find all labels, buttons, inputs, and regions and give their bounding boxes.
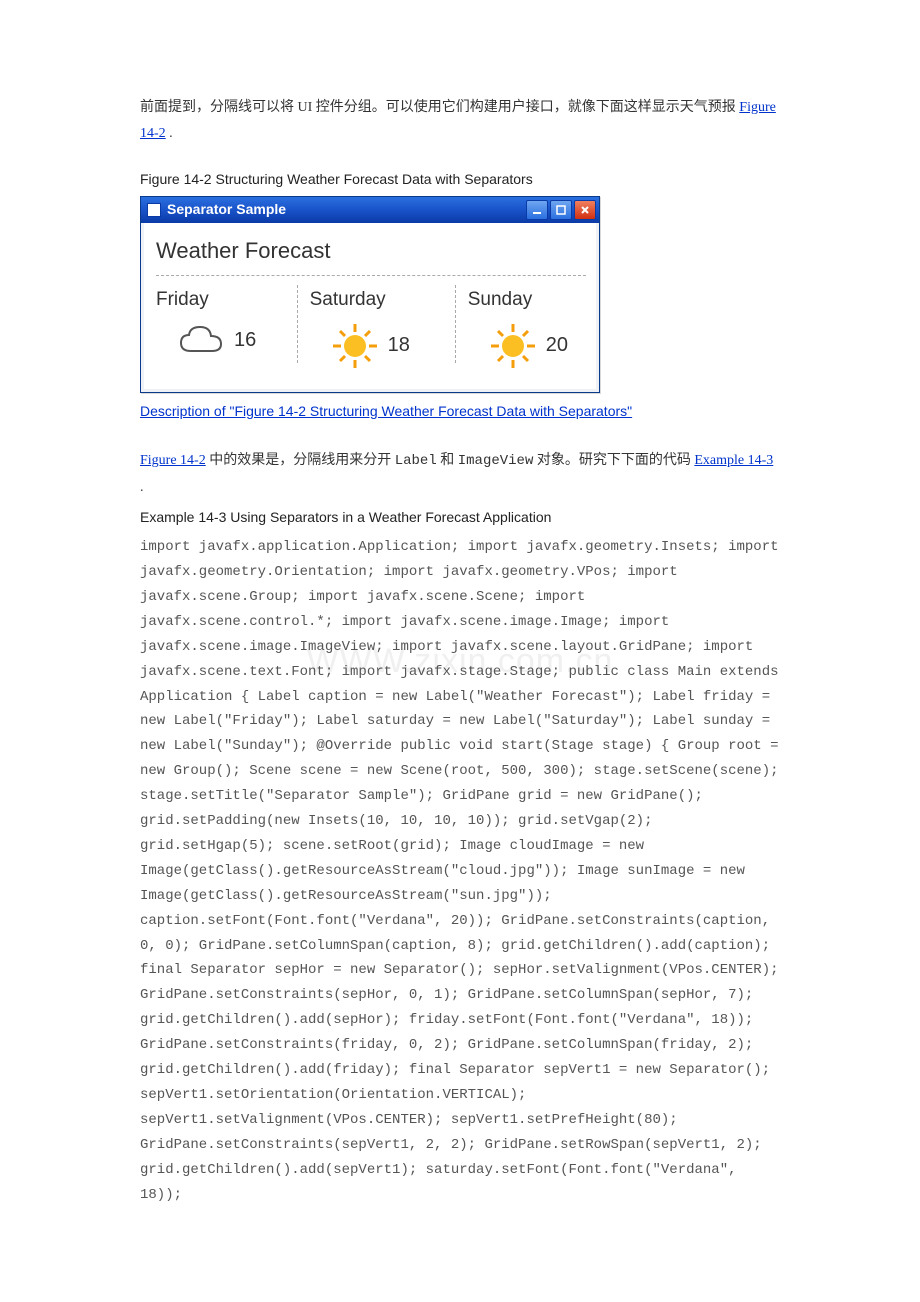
- intro-paragraph: 前面提到，分隔线可以将 UI 控件分组。可以使用它们构建用户接口，就像下面这样显…: [140, 95, 780, 147]
- horizontal-separator: [156, 275, 586, 276]
- mid-text-4: .: [140, 480, 144, 495]
- minimize-icon: [532, 205, 542, 215]
- minimize-button[interactable]: [526, 200, 548, 220]
- mid-text-1: 中的效果是，分隔线用来分开: [209, 453, 395, 468]
- mid-text-2: 和: [440, 453, 458, 468]
- intro-text-1: 前面提到，分隔线可以将 UI 控件分组。可以使用它们构建用户接口，就像下面这样显…: [140, 100, 739, 115]
- temp-value: 20: [546, 327, 568, 364]
- day-label: Friday: [156, 282, 209, 317]
- weather-title: Weather Forecast: [156, 231, 586, 272]
- sun-icon: [488, 321, 538, 371]
- code-block: import javafx.application.Application; i…: [140, 535, 780, 1207]
- cloud-icon: [176, 321, 226, 361]
- mid-paragraph: Figure 14-2 中的效果是，分隔线用来分开 Label 和 ImageV…: [140, 448, 780, 501]
- day-cell-sunday: Sunday 20: [468, 282, 586, 370]
- vertical-separator: [455, 285, 456, 363]
- figure-description-link[interactable]: Description of "Figure 14-2 Structuring …: [140, 399, 780, 425]
- window-content: Weather Forecast Friday 16 Saturday: [144, 223, 596, 389]
- temp-value: 16: [234, 322, 256, 359]
- mid-text-3: 对象。研究下下面的代码: [537, 453, 695, 468]
- code-label-1: Label: [395, 453, 437, 469]
- app-window: Separator Sample Weather Forecast Friday: [140, 196, 600, 393]
- maximize-button[interactable]: [550, 200, 572, 220]
- intro-text-2: .: [169, 126, 173, 141]
- day-cell-saturday: Saturday 18: [310, 282, 455, 370]
- example-link[interactable]: Example 14-3: [694, 453, 773, 468]
- sun-icon: [330, 321, 380, 371]
- code-label-2: ImageView: [458, 453, 534, 469]
- temp-value: 18: [388, 327, 410, 364]
- figure-link-mid[interactable]: Figure 14-2: [140, 453, 206, 468]
- app-icon: [147, 203, 161, 217]
- window-titlebar: Separator Sample: [141, 197, 599, 223]
- titlebar-left: Separator Sample: [147, 197, 286, 223]
- window-title: Separator Sample: [167, 197, 286, 223]
- maximize-icon: [556, 205, 566, 215]
- vertical-separator: [297, 285, 298, 363]
- close-icon: [580, 205, 590, 215]
- figure-caption: Figure 14-2 Structuring Weather Forecast…: [140, 167, 780, 193]
- example-title: Example 14-3 Using Separators in a Weath…: [140, 505, 780, 531]
- day-label: Saturday: [310, 282, 386, 317]
- close-button[interactable]: [574, 200, 596, 220]
- day-cell-friday: Friday 16: [156, 282, 297, 360]
- forecast-row: Friday 16 Saturday: [156, 282, 586, 370]
- window-buttons: [526, 200, 596, 220]
- day-label: Sunday: [468, 282, 532, 317]
